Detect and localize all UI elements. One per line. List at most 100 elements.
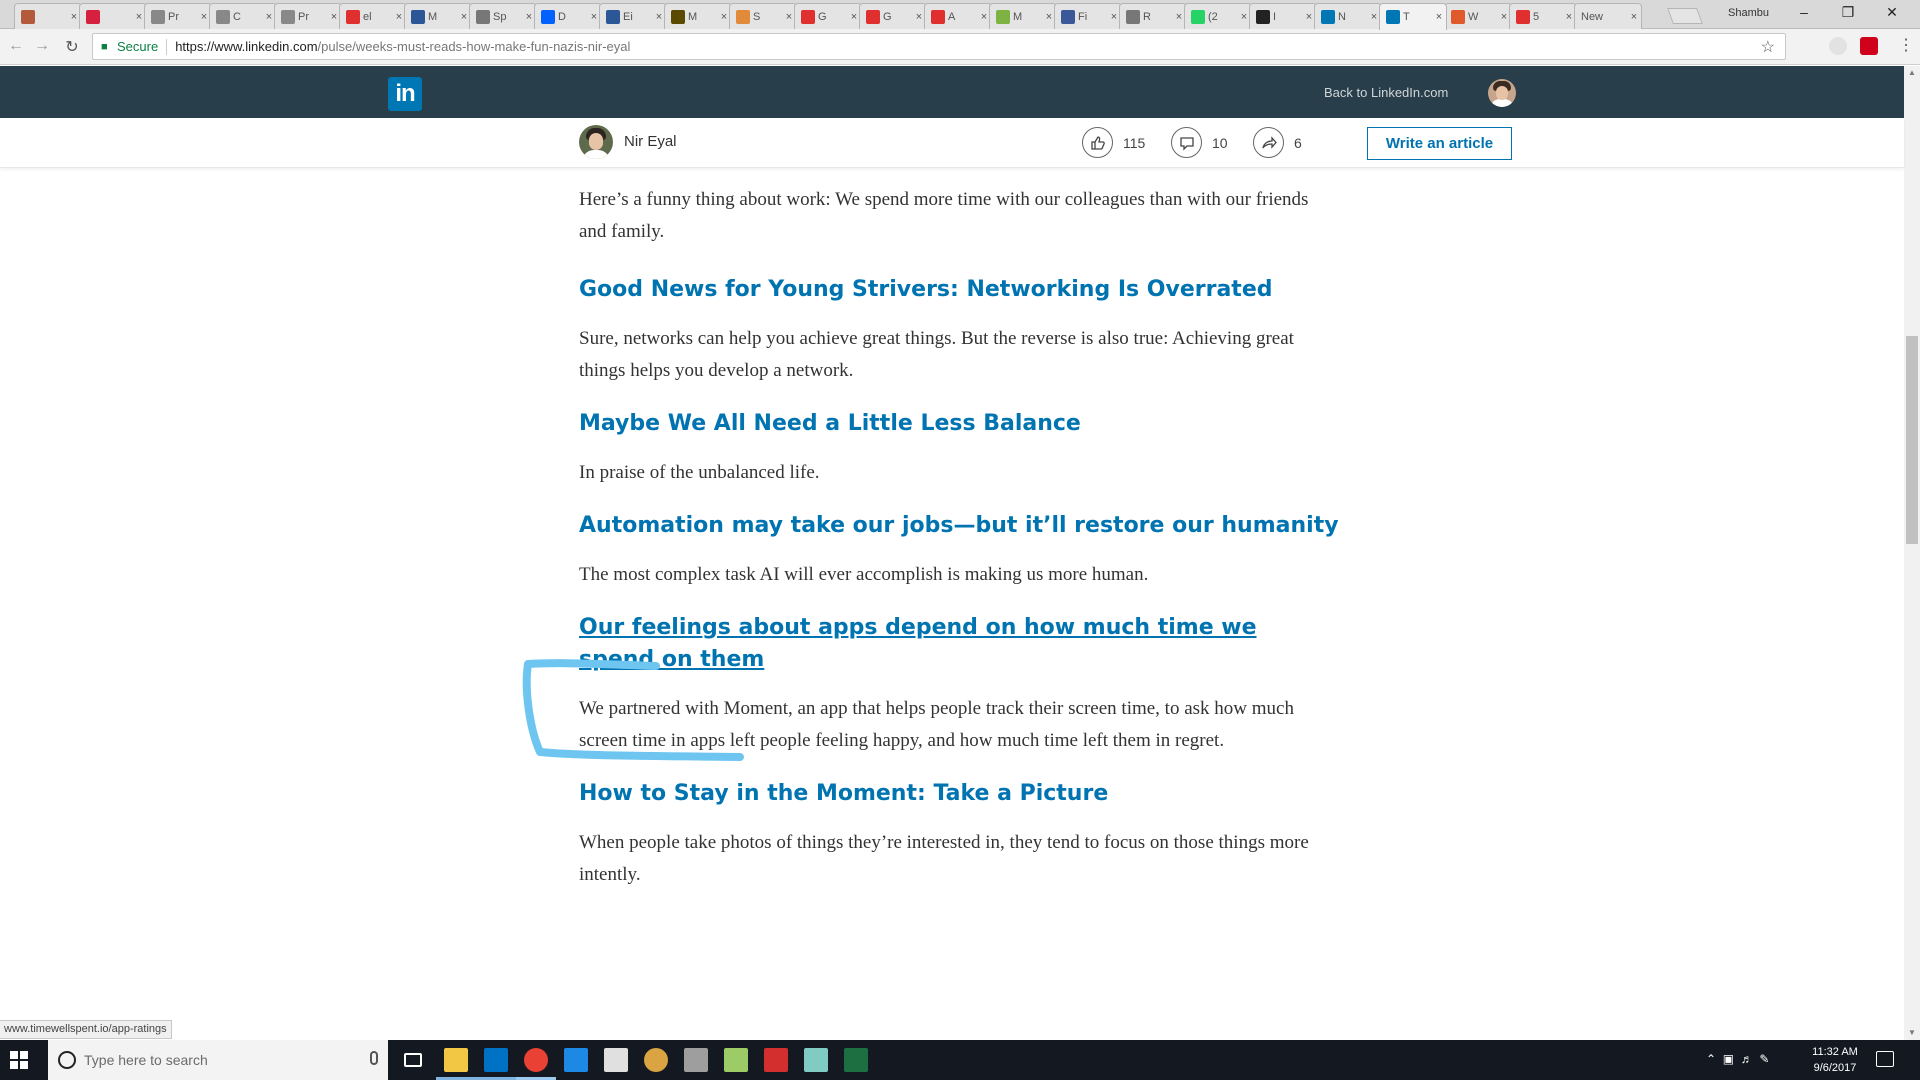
x-app-icon: [411, 9, 425, 24]
browser-tab[interactable]: New ×: [1574, 3, 1642, 29]
sp-app-icon: [671, 9, 685, 24]
browser-tab[interactable]: I ×: [1249, 3, 1317, 29]
medium-icon: [1256, 9, 1270, 24]
browser-tab-active[interactable]: T ×: [1379, 3, 1447, 30]
tab-title: Ei: [623, 10, 633, 23]
url-bar[interactable]: ■ Secure https://www.linkedin.com/pulse/…: [92, 33, 1786, 60]
write-article-button[interactable]: Write an article: [1367, 127, 1512, 160]
action-center-icon[interactable]: [1876, 1051, 1894, 1067]
like-icon: [1082, 127, 1113, 158]
acrobat-icon[interactable]: [764, 1048, 788, 1072]
scroll-down-icon[interactable]: ▼: [1906, 1028, 1918, 1037]
browser-tab[interactable]: Pr ×: [274, 3, 342, 29]
comment-icon: [1171, 127, 1202, 158]
browser-tab[interactable]: C ×: [209, 3, 277, 29]
browser-tab[interactable]: 5 ×: [1509, 3, 1577, 29]
book-icon: [736, 9, 750, 24]
tab-title: Sp: [493, 10, 507, 23]
chrome-icon[interactable]: [524, 1048, 548, 1072]
scrollbar-thumb[interactable]: [1906, 336, 1918, 544]
hovered-heading-link[interactable]: Our feelings about apps depend on how mu…: [579, 612, 1339, 676]
restore-icon[interactable]: ❐: [1828, 4, 1868, 21]
taskbar-clock[interactable]: 11:32 AM 9/6/2017: [1800, 1044, 1870, 1076]
section-heading-link[interactable]: Maybe We All Need a Little Less Balance: [579, 408, 1339, 440]
browser-tab[interactable]: M ×: [404, 3, 472, 29]
scroll-up-icon[interactable]: ▲: [1906, 68, 1918, 77]
leaf-icon: [996, 9, 1010, 24]
browser-tab[interactable]: ×: [79, 3, 147, 29]
user-avatar[interactable]: [1488, 79, 1516, 107]
author-name[interactable]: Nir Eyal: [624, 133, 677, 150]
app-tool-icon[interactable]: [644, 1048, 668, 1072]
section-heading-link[interactable]: Good News for Young Strivers: Networking…: [579, 274, 1339, 306]
tab-title: W: [1468, 10, 1479, 23]
windows-start-icon[interactable]: [10, 1051, 28, 1069]
tab-title: R: [1143, 10, 1151, 23]
minimize-icon[interactable]: –: [1784, 4, 1824, 20]
browser-tab[interactable]: M ×: [989, 3, 1057, 29]
edge-icon[interactable]: [564, 1048, 588, 1072]
calculator-icon[interactable]: [604, 1048, 628, 1072]
browser-tab[interactable]: S ×: [729, 3, 797, 29]
back-icon[interactable]: ←: [6, 37, 26, 55]
share-count: 6: [1294, 134, 1302, 151]
bookmark-star-icon[interactable]: ☆: [1761, 37, 1775, 57]
system-tray[interactable]: ⌃ ▣ ♬ ✎: [1706, 1052, 1769, 1066]
tab-title: Pr: [168, 10, 179, 23]
clock-time: 11:32 AM: [1812, 1046, 1858, 1058]
tab-title: S: [753, 10, 761, 23]
browser-tab[interactable]: el ×: [339, 3, 407, 29]
forward-icon[interactable]: →: [32, 37, 52, 55]
app-paint-icon[interactable]: [684, 1048, 708, 1072]
extension-icon[interactable]: [1829, 37, 1847, 55]
adobe-icon: [801, 9, 815, 24]
omnibox-divider: [166, 38, 168, 55]
notes-icon[interactable]: [804, 1048, 828, 1072]
close-window-icon[interactable]: ✕: [1872, 4, 1912, 21]
task-view-icon[interactable]: [404, 1053, 422, 1067]
reload-icon[interactable]: ↻: [62, 37, 82, 57]
scrollbar-track[interactable]: [1904, 66, 1920, 1040]
browser-tab[interactable]: M ×: [664, 3, 732, 29]
menu-dots-icon[interactable]: ⋮: [1898, 35, 1914, 55]
tab-close-icon[interactable]: ×: [1432, 11, 1446, 23]
new-tab-button[interactable]: [1667, 8, 1703, 24]
tab-title: Pr: [298, 10, 309, 23]
browser-tab[interactable]: W ×: [1444, 3, 1512, 29]
author-avatar[interactable]: [579, 125, 613, 159]
browser-tab[interactable]: Ei ×: [599, 3, 667, 29]
browser-tab[interactable]: G ×: [794, 3, 862, 29]
comment-button[interactable]: 10: [1171, 127, 1228, 158]
taskbar-search-box[interactable]: Type here to search: [48, 1040, 388, 1080]
tab-close-icon[interactable]: ×: [1627, 11, 1641, 23]
file-explorer-icon[interactable]: [444, 1048, 468, 1072]
browser-tab[interactable]: G ×: [859, 3, 927, 29]
browser-tab[interactable]: ×: [14, 3, 82, 29]
linkedin-logo[interactable]: in: [388, 77, 422, 111]
section-paragraph: Sure, networks can help you achieve grea…: [579, 328, 1294, 381]
facebook-icon: [1061, 9, 1075, 24]
notepad-icon[interactable]: [724, 1048, 748, 1072]
stack-icon: [476, 9, 490, 24]
like-button[interactable]: 115: [1082, 127, 1145, 158]
browser-tab[interactable]: R ×: [1119, 3, 1187, 29]
browser-tab[interactable]: D ×: [534, 3, 602, 29]
tab-title: New: [1581, 10, 1604, 23]
outlook-icon[interactable]: [484, 1048, 508, 1072]
author-bar: Nir Eyal 115 10 6 Write an article: [0, 118, 1904, 168]
browser-tab[interactable]: A ×: [924, 3, 992, 29]
browser-tab[interactable]: Sp ×: [469, 3, 537, 29]
browser-tab[interactable]: Pr ×: [144, 3, 212, 29]
section-heading-link[interactable]: How to Stay in the Moment: Take a Pictur…: [579, 778, 1339, 810]
microphone-icon[interactable]: [370, 1051, 378, 1065]
extension-red-icon[interactable]: [1860, 37, 1878, 55]
excel-icon[interactable]: [844, 1048, 868, 1072]
section-heading-link[interactable]: Automation may take our jobs—but it’ll r…: [579, 510, 1339, 542]
profile-name[interactable]: Shambu: [1728, 7, 1769, 19]
share-button[interactable]: 6: [1253, 127, 1302, 158]
browser-tab[interactable]: (2 ×: [1184, 3, 1252, 29]
browser-tab[interactable]: N ×: [1314, 3, 1382, 29]
tab-title: el: [363, 10, 372, 23]
browser-tab[interactable]: Fi ×: [1054, 3, 1122, 29]
back-to-linkedin-link[interactable]: Back to LinkedIn.com: [1324, 85, 1448, 100]
